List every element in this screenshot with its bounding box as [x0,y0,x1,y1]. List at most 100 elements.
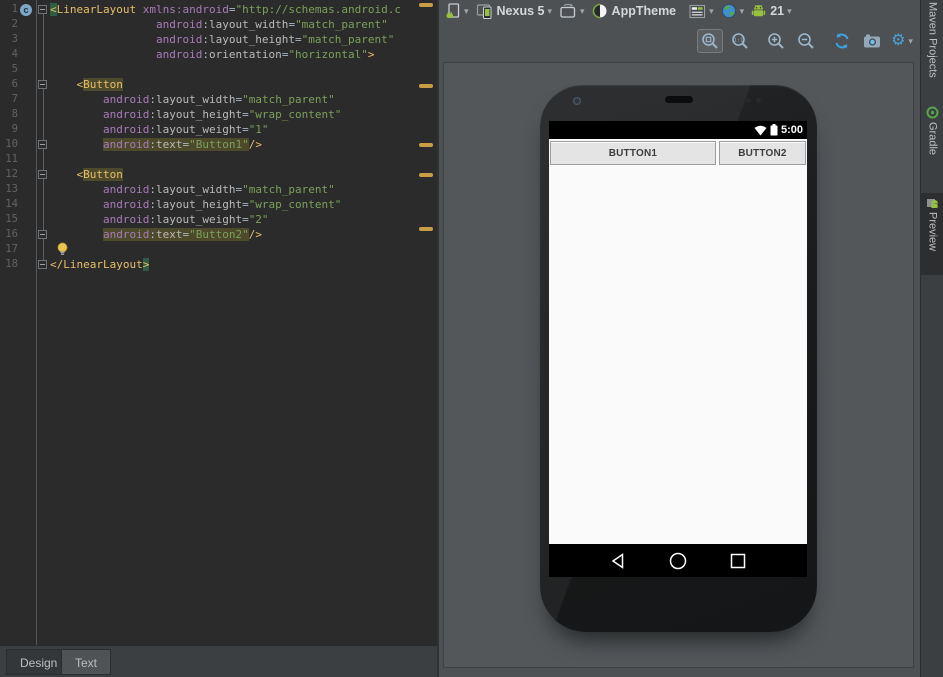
zoom-out-icon [798,33,814,49]
gradle-icon [926,106,939,119]
fold-marker[interactable] [38,230,47,239]
earpiece-speaker [663,95,694,104]
line-number: 3 [11,33,18,45]
code-line[interactable]: 11 [0,152,437,167]
code-line[interactable]: 9 android:layout_weight="1" [0,122,437,137]
context-gutter-icon[interactable]: c [20,3,32,16]
line-number: 12 [5,168,18,180]
tab-text[interactable]: Text [61,649,112,675]
locale-selector[interactable]: ▾ [721,3,745,19]
preview-button2[interactable]: BUTTON2 [718,141,806,165]
code-line[interactable]: 5 [0,62,437,77]
code-line[interactable]: 8 android:layout_height="wrap_content" [0,107,437,122]
intention-bulb-icon[interactable] [56,242,69,256]
toolwindow-gradle[interactable]: Gradle [921,106,943,155]
toolwindow-preview[interactable]: Preview [921,193,943,275]
line-number: 16 [5,228,18,240]
line-number: 9 [11,123,18,135]
device-selector[interactable]: Nexus 5 ▾ [476,3,552,19]
fold-marker[interactable] [38,5,47,14]
fold-marker[interactable] [38,140,47,149]
theme-icon [592,3,607,19]
line-number: 1 [11,3,18,15]
code-line[interactable]: 2 android:layout_width="match_parent" [0,17,437,32]
refresh-icon [835,33,849,49]
device-screen[interactable]: 5:00 BUTTON1 BUTTON2 [549,121,807,577]
warning-stripe-mark[interactable] [419,143,433,147]
warning-stripe-mark[interactable] [419,227,433,231]
code-line[interactable]: 7 android:layout_width="match_parent" [0,92,437,107]
theme-label: AppTheme [611,4,677,18]
zoom-to-fit-icon [702,33,718,49]
toolwindow-maven-projects[interactable]: Maven Projects [921,2,943,78]
fold-marker[interactable] [38,260,47,269]
code-line[interactable]: 1 c <LinearLayout xmlns:android="http://sc… [0,2,437,17]
screenshot-camera-icon [864,34,880,48]
line-number: 11 [5,153,18,165]
code-line[interactable]: 14 android:layout_height="wrap_content" [0,197,437,212]
api-level-selector[interactable]: 21 ▾ [751,3,792,19]
line-number: 4 [11,48,18,60]
screenshot-button[interactable] [859,29,885,53]
button-row: BUTTON1 BUTTON2 [549,139,807,165]
chevron-down-icon: ▾ [547,5,553,16]
preview-button1[interactable]: BUTTON1 [550,141,716,165]
code-line[interactable]: 4 android:orientation="horizontal"> [0,47,437,62]
layout-config-icon [446,2,460,18]
api-level-label: 21 [770,4,785,18]
code-line[interactable]: 18 </LinearLayout> [0,257,437,272]
warning-stripe-mark[interactable] [419,84,433,88]
device-mockup: 5:00 BUTTON1 BUTTON2 [540,85,817,632]
line-number: 7 [11,93,18,105]
zoom-in-icon [768,33,784,49]
zoom-actual-button[interactable]: 1:1 [727,29,753,53]
code-line[interactable]: 3 android:layout_height="match_parent" [0,32,437,47]
code-line[interactable]: 10 android:text="Button1"/> [0,137,437,152]
chevron-down-icon: ▾ [739,5,745,16]
code-line[interactable]: 16 android:text="Button2"/> [0,227,437,242]
xml-editor[interactable]: 1 c <LinearLayout xmlns:android="http://sc… [0,0,437,645]
recents-icon[interactable] [728,551,748,571]
android-robot-icon [752,4,766,17]
line-number: 18 [5,258,18,270]
layout-config-button[interactable]: ▾ [445,2,469,20]
code-line[interactable]: 13 android:layout_width="match_parent" [0,182,437,197]
preview-zoom-toolbar: 1:1 ⚙ ▾ [439,26,915,56]
zoom-actual-icon: 1:1 [732,33,748,49]
back-icon[interactable] [608,551,628,571]
fold-marker[interactable] [38,80,47,89]
orientation-icon [560,3,576,18]
line-number: 6 [11,78,18,90]
chevron-down-icon: ▾ [787,5,792,16]
warning-stripe-mark[interactable] [419,173,433,177]
preview-panel: ▾ Nexus 5 ▾ ▾ AppTheme ▾ ▾ 21 ▾ 1:1 ⚙ ▾ … [437,0,920,677]
preview-tab-label: Preview [926,212,939,252]
theme-selector[interactable]: AppTheme [592,3,677,19]
svg-text:1:1: 1:1 [734,38,744,44]
chevron-down-icon: ▾ [709,5,714,16]
refresh-button[interactable] [829,29,855,53]
chevron-down-icon: ▾ [580,5,585,16]
fold-marker[interactable] [38,170,47,179]
code-line[interactable]: 12 <Button [0,167,437,182]
device-label: Nexus 5 [496,4,545,18]
code-line[interactable]: 6 <Button [0,77,437,92]
line-number: 14 [5,198,18,210]
zoom-out-button[interactable] [793,29,819,53]
orientation-button[interactable]: ▾ [559,3,585,19]
zoom-to-fit-button[interactable] [697,29,723,53]
code-area[interactable]: 1 c <LinearLayout xmlns:android="http://sc… [0,2,437,272]
activity-selector-icon [689,4,706,18]
status-bar: 5:00 [549,121,807,139]
line-number: 10 [5,138,18,150]
wifi-icon [754,125,767,135]
home-icon[interactable] [668,551,688,571]
code-line[interactable]: 15 android:layout_weight="2" [0,212,437,227]
line-number: 15 [5,213,18,225]
preview-settings-button[interactable]: ⚙ ▾ [889,29,915,53]
preview-canvas[interactable]: 5:00 BUTTON1 BUTTON2 [443,62,914,668]
activity-selector[interactable]: ▾ [689,4,714,19]
warning-stripe-mark[interactable] [419,3,433,7]
zoom-in-button[interactable] [763,29,789,53]
front-camera-dot [573,97,581,105]
